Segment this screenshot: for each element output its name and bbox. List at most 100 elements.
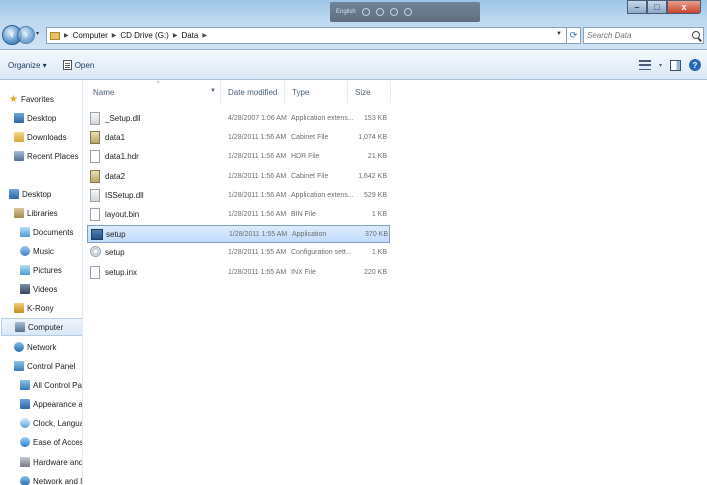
nav-ease-of-access[interactable]: Ease of Access [20,433,83,451]
column-header-date[interactable]: Date modified [222,81,285,103]
appearance-icon [20,399,30,409]
language-label: English [336,9,356,15]
nav-desktop-favorite[interactable]: Desktop [14,109,82,127]
organize-button[interactable]: Organize ▾ [0,61,55,70]
open-label: Open [74,60,95,70]
file-row[interactable]: data2 1/28/2011 1:56 AM Cabinet File 1,642 … [87,168,390,186]
language-bar[interactable]: English [330,2,480,22]
file-row[interactable]: _Setup.dll 4/28/2007 1:06 AM Application e… [87,110,390,128]
file-type: Application [292,231,327,239]
file-date-modified: 1/28/2011 1:55 AM [229,231,288,239]
help-icon[interactable]: ? [689,59,701,71]
nav-all-control-panel-items[interactable]: All Control Panel I [20,376,82,394]
folder-icon [50,31,60,40]
minimize-button[interactable]: – [627,0,647,14]
nav-videos[interactable]: Videos [20,280,82,298]
file-row[interactable]: data1 1/28/2011 1:56 AM Cabinet File 1,074 … [87,129,390,147]
nav-clock-language[interactable]: Clock, Language, a [20,414,82,432]
breadcrumb-data[interactable]: Data [181,31,198,40]
dll-file-icon [90,112,100,125]
file-size: 21 KB [367,153,387,161]
chevron-right-icon[interactable]: ▶ [112,32,117,39]
nav-desktop[interactable]: Desktop [9,185,82,203]
column-name-label: Name [93,87,115,97]
nav-recent-places[interactable]: Recent Places [14,147,82,165]
nav-label: Documents [33,227,74,237]
videos-icon [20,284,30,294]
open-button[interactable]: Open [55,60,103,70]
search-input[interactable] [587,31,687,40]
nav-documents[interactable]: Documents [20,223,82,241]
address-bar[interactable]: ▶ Computer ▶ CD Drive (G:) ▶ Data ▶ ▼ [46,27,567,44]
file-row[interactable]: setup 1/28/2011 1:55 AM Application 370 KB [87,225,390,244]
column-header-type[interactable]: Type [286,81,348,103]
file-name: setup.inx [105,267,138,277]
nav-music[interactable]: Music [20,242,82,260]
refresh-button[interactable]: ⟳ [567,27,581,44]
nav-control-panel[interactable]: Control Panel [14,357,82,375]
file-date-modified: 1/28/2011 1:56 AM [228,134,287,142]
file-row[interactable]: layout.bin 1/28/2011 1:56 AM BIN File 1 KB [87,206,390,224]
nav-label: Music [33,246,54,256]
file-date-modified: 1/28/2011 1:56 AM [228,211,287,218]
breadcrumb-cd-drive[interactable]: CD Drive (G:) [120,31,168,40]
file-type: Configuration sett... [291,249,352,257]
file-date-modified: 1/28/2011 1:56 AM [228,153,287,161]
file-row[interactable]: ISSetup.dll 1/28/2011 1:56 AM Application … [87,187,390,205]
file-name: data1.hdr [105,152,139,162]
keyboard-icon[interactable] [375,8,384,16]
forward-button[interactable]: › [17,26,35,44]
pen-icon[interactable] [389,8,398,16]
column-filter-icon[interactable]: ▼ [210,88,216,94]
address-dropdown-icon[interactable]: ▼ [556,31,562,37]
close-button[interactable]: x [667,0,701,14]
nav-computer[interactable]: Computer [1,318,82,336]
column-header-name[interactable]: Name ^ ▼ [87,81,221,103]
preview-pane-icon[interactable] [670,59,681,71]
view-dropdown-icon[interactable]: ▾ [659,62,662,69]
file-date-modified: 1/28/2011 1:56 AM [228,172,287,180]
nav-favorites[interactable]: ★ Favorites [9,90,82,108]
nav-pictures[interactable]: Pictures [20,261,82,279]
change-view-icon[interactable] [638,60,651,70]
cabinet-file-icon [90,131,100,145]
nav-hardware-sound[interactable]: Hardware and Sou [20,453,82,471]
column-size-label: Size [355,87,371,97]
chevron-right-icon[interactable]: ▶ [173,32,178,39]
nav-libraries[interactable]: Libraries [14,204,82,222]
chevron-right-icon[interactable]: ▶ [202,32,207,39]
window-controls: – □ x [627,0,701,14]
config-file-icon [90,246,101,258]
search-icon[interactable] [692,31,700,39]
star-icon: ★ [9,93,18,105]
nav-appearance[interactable]: Appearance and P [20,395,82,413]
nav-user[interactable]: K-Rony [14,299,82,317]
nav-label: Libraries [27,208,58,218]
file-row[interactable]: data1.hdr 1/28/2011 1:56 AM HDR File 21 KB [87,148,390,166]
file-row[interactable]: setup.inx 1/28/2011 1:55 AM INX File 220 KB [87,264,390,282]
search-box[interactable] [583,27,704,44]
file-size: 1,074 KB [358,134,387,142]
chevron-right-icon[interactable]: ▶ [64,32,69,39]
file-date-modified: 4/28/2007 1:06 AM [228,115,287,122]
recent-pages-dropdown[interactable]: ▾ [36,30,39,37]
nav-downloads[interactable]: Downloads [14,128,82,146]
file-date-modified: 1/28/2011 1:55 AM [228,268,287,276]
file-date-modified: 1/28/2011 1:55 AM [228,249,287,257]
file-size: 1 KB [371,249,387,257]
nav-network-internet[interactable]: Network and Inter [20,472,82,485]
language-icon[interactable] [361,8,370,16]
maximize-button[interactable]: □ [647,0,667,14]
nav-network[interactable]: Network [14,338,82,356]
file-row[interactable]: setup 1/28/2011 1:55 AM Configuration sett… [87,244,390,262]
organize-label: Organize ▾ [8,60,47,70]
dll-file-icon [90,188,100,202]
nav-label: Ease of Access [33,437,83,447]
file-name: layout.bin [105,210,140,219]
network-icon [14,342,24,352]
help-icon[interactable] [403,8,412,16]
generic-file-icon [90,150,100,164]
column-header-size[interactable]: Size [349,81,391,103]
desktop-icon [14,113,24,123]
breadcrumb-computer[interactable]: Computer [73,31,108,40]
